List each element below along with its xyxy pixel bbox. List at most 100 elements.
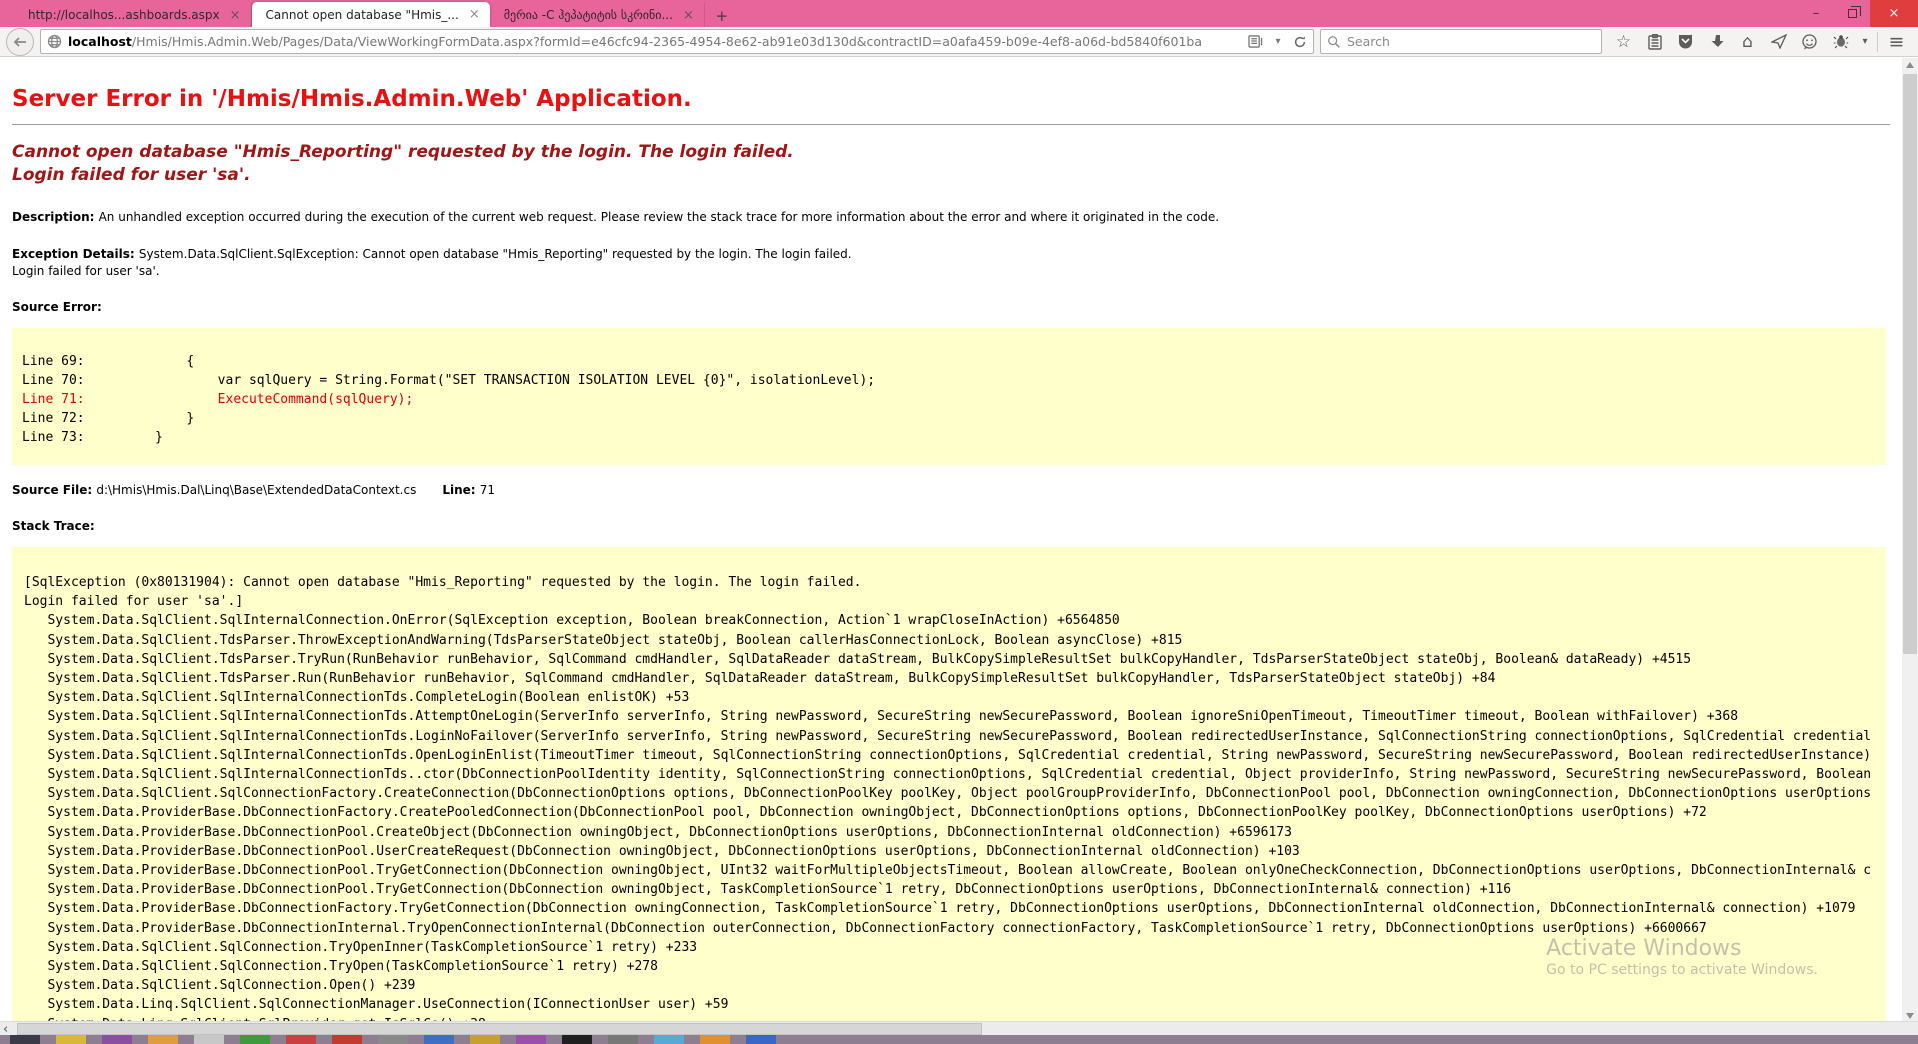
tab-close-icon[interactable]: × xyxy=(230,9,241,22)
taskbar-app-icon xyxy=(10,1035,40,1044)
stack-trace-line: [SqlException (0x80131904): Cannot open … xyxy=(24,573,1878,592)
menu-hamburger-icon[interactable]: ≡ xyxy=(1881,28,1912,56)
source-file-label: Source File: xyxy=(12,483,96,497)
reload-icon[interactable] xyxy=(1293,35,1307,49)
stack-trace-line: System.Data.SqlClient.TdsParser.TryRun(R… xyxy=(24,650,1878,669)
taskbar-app-icon xyxy=(608,1035,638,1044)
extension-bug-icon[interactable] xyxy=(1825,28,1856,56)
search-icon xyxy=(1327,35,1341,49)
source-code-line: Line 70: var sqlQuery = String.Format("S… xyxy=(22,371,1878,390)
description-paragraph: Description: An unhandled exception occu… xyxy=(12,209,1890,226)
tab-close-icon[interactable]: × xyxy=(469,8,480,21)
send-tab-icon[interactable] xyxy=(1763,28,1794,56)
tab-error-page-active[interactable]: Cannot open database "Hmis_... × xyxy=(252,2,490,27)
exception-details-text: System.Data.SqlClient.SqlException: Cann… xyxy=(139,247,852,261)
horizontal-scrollbar-thumb[interactable] xyxy=(17,1023,982,1035)
tab-close-icon[interactable]: × xyxy=(683,9,694,22)
stack-trace-line: System.Data.SqlClient.TdsParser.Run(RunB… xyxy=(24,669,1878,688)
source-code-line: Line 69: { xyxy=(22,352,1878,371)
line-label: Line: xyxy=(442,483,479,497)
taskbar-app-icon xyxy=(332,1035,362,1044)
reader-mode-icon[interactable] xyxy=(1248,35,1263,48)
overflow-caret-icon[interactable]: ▾ xyxy=(1856,28,1874,56)
taskbar-app-icon xyxy=(562,1035,592,1044)
tab-title: Cannot open database "Hmis_... xyxy=(266,8,459,22)
windows-taskbar[interactable] xyxy=(0,1035,1918,1044)
page-viewport: Server Error in '/Hmis/Hmis.Admin.Web' A… xyxy=(0,58,1902,1022)
stack-trace-line: System.Data.ProviderBase.DbConnectionPoo… xyxy=(24,823,1878,842)
search-box[interactable]: Search xyxy=(1320,29,1602,54)
scroll-up-icon[interactable] xyxy=(1906,62,1914,68)
new-tab-button[interactable]: + xyxy=(709,5,735,27)
stack-trace-line: System.Data.SqlClient.SqlConnection.TryO… xyxy=(24,938,1878,957)
url-text[interactable]: localhost/Hmis/Hmis.Admin.Web/Pages/Data… xyxy=(68,34,1246,49)
hello-chat-icon[interactable] xyxy=(1794,28,1825,56)
taskbar-app-icon xyxy=(470,1035,500,1044)
close-button[interactable]: × xyxy=(1870,0,1918,27)
tab-georgian[interactable]: მერია -C ჰეპატიტის სკრინი... × xyxy=(490,3,705,27)
taskbar-app-icon xyxy=(194,1035,224,1044)
taskbar-app-icon xyxy=(56,1035,86,1044)
window-controls: – × xyxy=(1798,0,1918,27)
source-file-path: d:\Hmis\Hmis.Dal\Linq\Base\ExtendedDataC… xyxy=(96,483,416,497)
horizontal-scrollbar[interactable]: ‹ xyxy=(0,1021,1918,1035)
error-subtitle-line1: Cannot open database "Hmis_Reporting" re… xyxy=(12,142,794,162)
taskbar-app-icon xyxy=(516,1035,546,1044)
error-subtitle: Cannot open database "Hmis_Reporting" re… xyxy=(12,141,1890,187)
taskbar-app-icon xyxy=(378,1035,408,1044)
url-bar[interactable]: localhost/Hmis/Hmis.Admin.Web/Pages/Data… xyxy=(40,29,1314,54)
source-code-line: Line 73: } xyxy=(22,428,1878,447)
exception-details-paragraph: Exception Details: System.Data.SqlClient… xyxy=(12,246,1890,280)
url-host: localhost xyxy=(68,34,132,49)
taskbar-app-icon xyxy=(654,1035,684,1044)
restore-icon xyxy=(1848,9,1857,18)
home-icon[interactable]: ⌂ xyxy=(1732,28,1763,56)
stack-trace-line: System.Data.ProviderBase.DbConnectionPoo… xyxy=(24,880,1878,899)
stack-trace-line: System.Data.ProviderBase.DbConnectionFac… xyxy=(24,899,1878,918)
pocket-icon[interactable] xyxy=(1670,28,1701,56)
exception-details-text2: Login failed for user 'sa'. xyxy=(12,264,160,278)
stack-trace-box: [SqlException (0x80131904): Cannot open … xyxy=(12,547,1886,1022)
vertical-scrollbar-thumb[interactable] xyxy=(1903,74,1917,654)
taskbar-app-icon xyxy=(286,1035,316,1044)
bookmark-star-icon[interactable]: ☆ xyxy=(1608,28,1639,56)
url-path: /Hmis/Hmis.Admin.Web/Pages/Data/ViewWork… xyxy=(132,34,1202,49)
back-button[interactable] xyxy=(6,28,34,56)
toolbar-buttons: ☆ ⌂ ▾ ≡ xyxy=(1608,28,1912,56)
tab-dashboards[interactable]: http://localhos...ashboards.aspx × xyxy=(14,3,252,27)
stack-trace-line: System.Data.SqlClient.SqlInternalConnect… xyxy=(24,746,1878,765)
source-error-code: Line 69: {Line 70: var sqlQuery = String… xyxy=(12,328,1886,465)
exception-details-label: Exception Details: xyxy=(12,247,139,261)
url-dropdown-icon[interactable]: ▾ xyxy=(1269,28,1287,56)
taskbar-app-icon xyxy=(148,1035,178,1044)
minimize-button[interactable]: – xyxy=(1798,0,1834,27)
stack-trace-label: Stack Trace: xyxy=(12,519,1890,533)
source-code-line: Line 71: ExecuteCommand(sqlQuery); xyxy=(22,390,1878,409)
bookmarks-menu-icon[interactable] xyxy=(1639,28,1670,56)
navigation-toolbar: localhost/Hmis/Hmis.Admin.Web/Pages/Data… xyxy=(0,27,1918,57)
browser-titlebar: http://localhos...ashboards.aspx × Canno… xyxy=(0,0,1918,27)
stack-trace-line: System.Data.SqlClient.SqlConnectionFacto… xyxy=(24,784,1878,803)
page-title: Server Error in '/Hmis/Hmis.Admin.Web' A… xyxy=(12,86,1890,112)
downloads-icon[interactable] xyxy=(1701,28,1732,56)
divider xyxy=(12,124,1890,125)
scroll-down-icon[interactable] xyxy=(1906,1013,1914,1019)
globe-icon xyxy=(47,34,62,49)
taskbar-app-icon xyxy=(240,1035,270,1044)
vertical-scrollbar[interactable] xyxy=(1902,58,1918,1023)
line-number: 71 xyxy=(480,483,495,497)
stack-trace-line: System.Data.ProviderBase.DbConnectionInt… xyxy=(24,919,1878,938)
source-code-line: Line 72: } xyxy=(22,409,1878,428)
description-text: An unhandled exception occurred during t… xyxy=(99,210,1219,224)
source-error-label: Source Error: xyxy=(12,300,1890,314)
scroll-left-icon[interactable]: ‹ xyxy=(3,1022,8,1036)
stack-trace-line: System.Data.SqlClient.SqlInternalConnect… xyxy=(24,611,1878,630)
stack-trace-line: System.Data.SqlClient.SqlConnection.TryO… xyxy=(24,957,1878,976)
taskbar-app-icon xyxy=(746,1035,776,1044)
error-subtitle-line2: Login failed for user 'sa'. xyxy=(12,165,251,185)
restore-button[interactable] xyxy=(1834,0,1870,27)
toolbar-separator xyxy=(1877,32,1878,52)
stack-trace-line: System.Data.SqlClient.SqlInternalConnect… xyxy=(24,707,1878,726)
stack-trace-line: System.Data.ProviderBase.DbConnectionPoo… xyxy=(24,842,1878,861)
taskbar-app-icon xyxy=(424,1035,454,1044)
